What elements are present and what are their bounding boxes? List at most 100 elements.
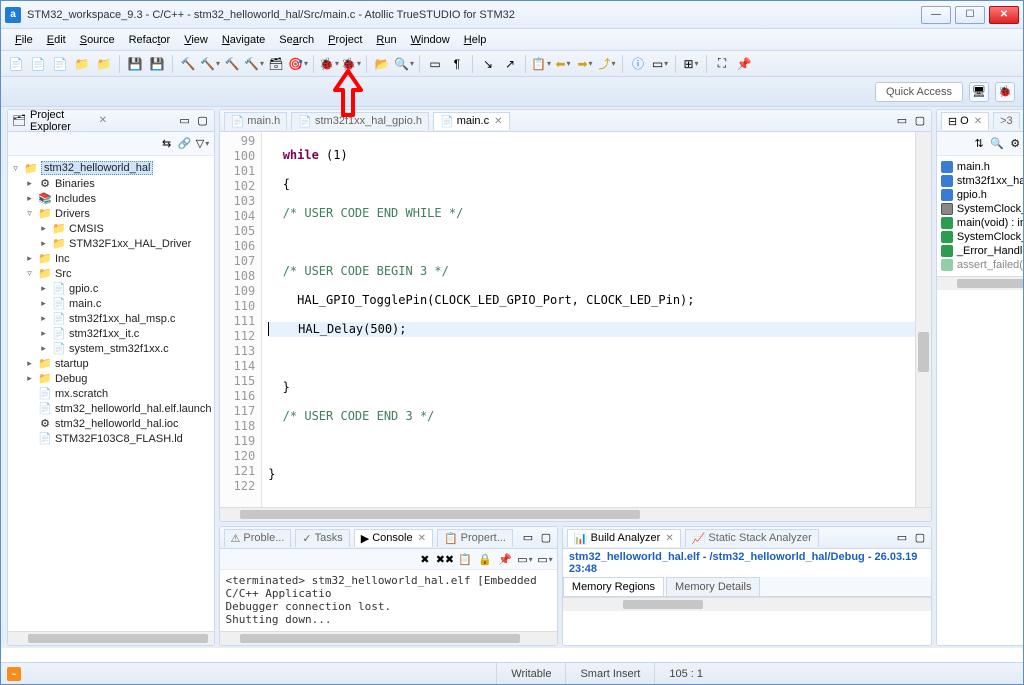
editor-max-icon[interactable]: ▢ xyxy=(913,114,927,128)
tab-outline[interactable]: ⊟ O✕ xyxy=(941,112,989,130)
menu-refactor[interactable]: Refactor xyxy=(123,32,177,48)
save-button[interactable]: 💾 xyxy=(126,55,144,73)
console-scroll-icon[interactable]: 🔒 xyxy=(476,550,494,568)
prev-annotation-button[interactable]: ↗ xyxy=(501,55,519,73)
tree-hal-driver[interactable]: STM32F1xx_HAL_Driver xyxy=(69,238,191,250)
outline-mainh[interactable]: main.h xyxy=(957,161,990,173)
console-remove-icon[interactable]: ✖ xyxy=(416,550,434,568)
info-button[interactable]: ⓘ xyxy=(629,55,647,73)
quick-access-input[interactable]: Quick Access xyxy=(875,82,963,102)
pin-button[interactable]: 📌 xyxy=(735,55,753,73)
tree-cmsis[interactable]: CMSIS xyxy=(69,223,104,235)
outline-main[interactable]: main(void) : int xyxy=(957,217,1023,229)
tab-close-icon[interactable]: ✕ xyxy=(494,116,502,127)
build-config-button[interactable]: 🔨 xyxy=(245,55,263,73)
maximize-button[interactable]: ☐ xyxy=(955,6,985,24)
console-removeall-icon[interactable]: ✖✖ xyxy=(436,550,454,568)
editor-hscroll[interactable] xyxy=(220,507,931,521)
menu-edit[interactable]: Edit xyxy=(41,32,72,48)
tree-msp[interactable]: stm32f1xx_hal_msp.c xyxy=(69,313,175,325)
console-display-icon[interactable]: ▭ xyxy=(516,550,534,568)
tab-gpioh[interactable]: 📄stm32f1xx_hal_gpio.h xyxy=(291,112,429,130)
outline-sort-icon[interactable]: ⇅ xyxy=(972,137,986,151)
console-open-icon[interactable]: ▭ xyxy=(536,550,554,568)
maximize-view-icon[interactable]: ▢ xyxy=(196,114,210,128)
tree-sys[interactable]: system_stm32f1xx.c xyxy=(69,343,169,355)
console-pin-icon[interactable]: 📌 xyxy=(496,550,514,568)
menu-file[interactable]: File xyxy=(9,32,39,48)
build-link[interactable]: stm32_helloworld_hal.elf - /stm32_hellow… xyxy=(563,549,931,577)
tab-memory-details[interactable]: Memory Details xyxy=(666,577,760,596)
outline-af[interactable]: assert_failed(uint8_t*, ui xyxy=(957,259,1023,271)
perspective-debug-icon[interactable]: 🐞 xyxy=(995,82,1015,102)
close-button[interactable]: ✕ xyxy=(989,6,1019,24)
menu-view[interactable]: View xyxy=(178,32,214,48)
build-button[interactable]: 🔨 xyxy=(179,55,197,73)
console-hscroll[interactable] xyxy=(220,631,557,645)
back-button[interactable]: ⬅ xyxy=(554,55,572,73)
code-editor[interactable]: 9910010110210310410510610710810911011111… xyxy=(220,132,931,507)
menu-window[interactable]: Window xyxy=(405,32,456,48)
new-class-button[interactable]: 📄 xyxy=(51,55,69,73)
last-edit-button[interactable]: 📋 xyxy=(532,55,550,73)
tree-project[interactable]: stm32_helloworld_hal xyxy=(41,161,153,175)
outline-hscroll[interactable] xyxy=(937,276,1023,290)
tab-properties[interactable]: 📋 Propert... xyxy=(437,529,513,547)
tree-ld[interactable]: STM32F103C8_FLASH.ld xyxy=(55,433,183,445)
code-area[interactable]: while (1) { /* USER CODE END WHILE */ /*… xyxy=(262,132,931,507)
outline-gpioh[interactable]: gpio.h xyxy=(957,189,987,201)
tree-includes[interactable]: Includes xyxy=(55,193,96,205)
project-tree[interactable]: ▿📁stm32_helloworld_hal ▸⚙Binaries ▸📚Incl… xyxy=(8,156,214,631)
view-button[interactable]: ▭ xyxy=(651,55,669,73)
new-button[interactable]: 📄 xyxy=(7,55,25,73)
menu-search[interactable]: Search xyxy=(273,32,320,48)
new-project-button[interactable]: 📁 xyxy=(95,55,113,73)
tab-problems[interactable]: ⚠ Proble... xyxy=(224,529,292,547)
console-max-icon[interactable]: ▢ xyxy=(539,531,553,545)
tab-mainc[interactable]: 📄main.c✕ xyxy=(433,112,510,130)
tree-binaries[interactable]: Binaries xyxy=(55,178,95,190)
minimize-view-icon[interactable]: ▭ xyxy=(178,114,192,128)
tab-tasks[interactable]: ✓ Tasks xyxy=(295,529,349,547)
perspective-cpp-icon[interactable]: 🖥 xyxy=(969,82,989,102)
editor-vscroll[interactable] xyxy=(915,132,931,507)
debug-button[interactable]: 🐞 xyxy=(320,55,338,73)
tree-gpio[interactable]: gpio.c xyxy=(69,283,98,295)
tree-ioc[interactable]: stm32_helloworld_hal.ioc xyxy=(55,418,179,430)
tab-mainh[interactable]: 📄main.h xyxy=(224,112,288,130)
new-folder-button[interactable]: 📁 xyxy=(73,55,91,73)
tree-debug[interactable]: Debug xyxy=(55,373,87,385)
build-all-button[interactable]: 🔨 xyxy=(201,55,219,73)
outline-err[interactable]: _Error_Handler(char*, in xyxy=(957,245,1023,257)
fullscreen-button[interactable]: ⛶ xyxy=(713,55,731,73)
show-whitespace-button[interactable]: ¶ xyxy=(448,55,466,73)
project-hscroll[interactable] xyxy=(8,631,214,645)
tab-console[interactable]: ▶ Console✕ xyxy=(354,529,433,547)
toggle-block-button[interactable]: ▭ xyxy=(426,55,444,73)
minimize-button[interactable]: — xyxy=(921,6,951,24)
outline-filter-icon[interactable]: 🔍 xyxy=(990,137,1004,151)
target-button[interactable]: 🎯 xyxy=(289,55,307,73)
project-explorer-close-icon[interactable]: ✕ xyxy=(99,115,107,126)
tree-src[interactable]: Src xyxy=(55,268,72,280)
new-cpp-button[interactable]: 📄 xyxy=(29,55,47,73)
menu-run[interactable]: Run xyxy=(370,32,402,48)
open-type-button[interactable]: 📂 xyxy=(373,55,391,73)
manage-configs-button[interactable]: 🗃 xyxy=(267,55,285,73)
perspective-button[interactable]: ⊞ xyxy=(682,55,700,73)
view-menu-icon[interactable]: ▽ xyxy=(196,137,210,151)
console-min-icon[interactable]: ▭ xyxy=(521,531,535,545)
tab-build-analyzer[interactable]: 📊 Build Analyzer✕ xyxy=(567,529,681,547)
outline-halh[interactable]: stm32f1xx_hal.h xyxy=(957,175,1023,187)
tree-inc[interactable]: Inc xyxy=(55,253,70,265)
tree-it[interactable]: stm32f1xx_it.c xyxy=(69,328,139,340)
outline-list[interactable]: main.h stm32f1xx_hal.h gpio.h SystemCloc… xyxy=(937,156,1023,276)
tab-memory-regions[interactable]: Memory Regions xyxy=(563,577,664,596)
menu-source[interactable]: Source xyxy=(74,32,121,48)
outline-hide-icon[interactable]: ⚙ xyxy=(1008,137,1022,151)
search-button[interactable]: 🔍 xyxy=(395,55,413,73)
forward-button[interactable]: ➡ xyxy=(576,55,594,73)
console-clear-icon[interactable]: 📋 xyxy=(456,550,474,568)
outline-scc[interactable]: SystemClock_Config(vo xyxy=(957,203,1023,215)
tab-stack-analyzer[interactable]: 📈 Static Stack Analyzer xyxy=(685,529,819,547)
